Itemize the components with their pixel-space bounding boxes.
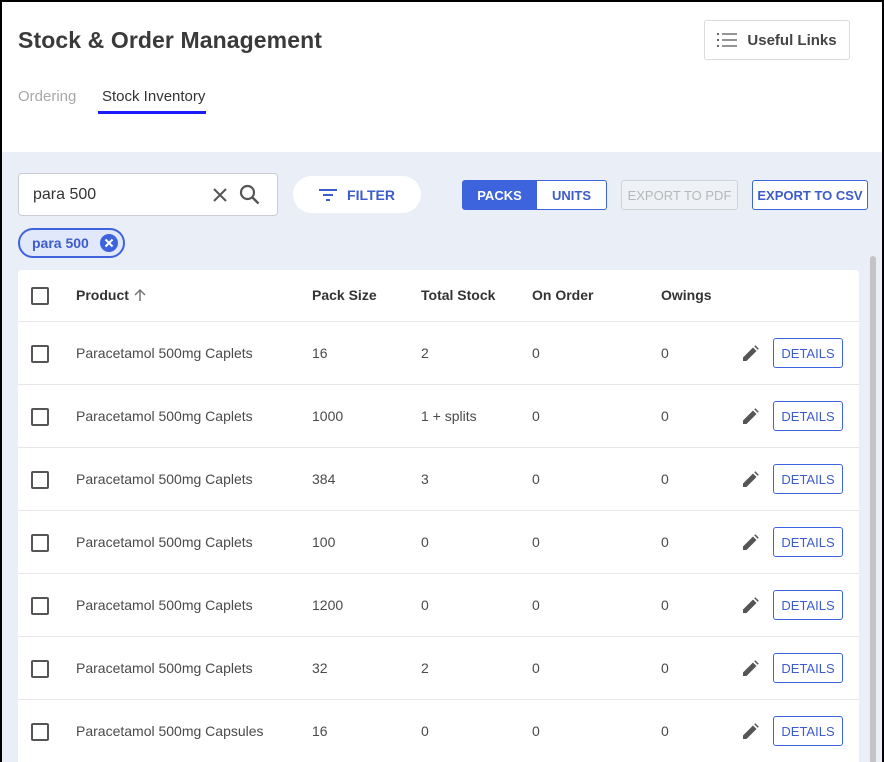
product-cell: Paracetamol 500mg Caplets xyxy=(76,471,253,487)
table-row: Paracetamol 500mg Caplets 32 2 0 0 DETAI… xyxy=(18,637,859,700)
product-cell: Paracetamol 500mg Caplets xyxy=(76,660,253,676)
total-stock-cell: 3 xyxy=(421,471,429,487)
filter-chip-label: para 500 xyxy=(32,235,89,251)
owings-cell: 0 xyxy=(661,534,669,550)
filter-label: FILTER xyxy=(347,186,395,203)
total-stock-cell: 0 xyxy=(421,534,429,550)
app-frame: Stock & Order Management Useful Links Or… xyxy=(0,0,884,762)
filter-icon xyxy=(319,188,338,201)
active-tab-indicator xyxy=(98,111,206,114)
pack-size-cell: 1000 xyxy=(312,408,344,424)
table-row: Paracetamol 500mg Caplets 384 3 0 0 DETA… xyxy=(18,448,859,511)
tab-ordering[interactable]: Ordering xyxy=(18,88,76,105)
total-stock-cell: 0 xyxy=(421,597,429,613)
search-icon[interactable] xyxy=(239,184,260,205)
export-csv-button[interactable]: EXPORT TO CSV xyxy=(752,180,868,210)
details-button[interactable]: DETAILS xyxy=(773,716,843,746)
tab-stock-inventory[interactable]: Stock Inventory xyxy=(102,88,205,105)
on-order-cell: 0 xyxy=(532,345,540,361)
details-button[interactable]: DETAILS xyxy=(773,527,843,557)
on-order-cell: 0 xyxy=(532,534,540,550)
useful-links-label: Useful Links xyxy=(747,31,837,49)
on-order-cell: 0 xyxy=(532,660,540,676)
arrow-up-icon[interactable] xyxy=(133,288,147,302)
list-icon xyxy=(717,33,738,47)
page-header: Stock & Order Management Useful Links Or… xyxy=(2,2,882,152)
column-header-on-order[interactable]: On Order xyxy=(532,287,593,303)
details-button[interactable]: DETAILS xyxy=(773,653,843,683)
pack-size-cell: 32 xyxy=(312,660,328,676)
total-stock-cell: 0 xyxy=(421,723,429,739)
details-button[interactable]: DETAILS xyxy=(773,590,843,620)
pack-size-cell: 100 xyxy=(312,534,336,550)
column-header-total-stock[interactable]: Total Stock xyxy=(421,287,495,303)
pencil-icon[interactable] xyxy=(742,723,759,740)
pencil-icon[interactable] xyxy=(742,534,759,551)
packs-units-toggle: PACKS UNITS xyxy=(462,180,607,210)
column-header-product[interactable]: Product xyxy=(76,287,129,303)
total-stock-cell: 1 + splits xyxy=(421,408,477,424)
table-row: Paracetamol 500mg Caplets 100 0 0 0 DETA… xyxy=(18,511,859,574)
table-row: Paracetamol 500mg Caplets 1000 1 + split… xyxy=(18,385,859,448)
filter-button[interactable]: FILTER xyxy=(293,176,421,213)
owings-cell: 0 xyxy=(661,471,669,487)
pencil-icon[interactable] xyxy=(742,660,759,677)
table-row: Paracetamol 500mg Caplets 16 2 0 0 DETAI… xyxy=(18,322,859,385)
on-order-cell: 0 xyxy=(532,723,540,739)
table-row: Paracetamol 500mg Caplets 1200 0 0 0 DET… xyxy=(18,574,859,637)
row-checkbox[interactable] xyxy=(31,471,49,489)
product-cell: Paracetamol 500mg Capsules xyxy=(76,723,264,739)
page-title: Stock & Order Management xyxy=(18,27,323,53)
pack-size-cell: 1200 xyxy=(312,597,344,613)
row-checkbox[interactable] xyxy=(31,534,49,552)
search-input-value[interactable]: para 500 xyxy=(33,186,96,204)
pencil-icon[interactable] xyxy=(742,597,759,614)
filter-chip: para 500 xyxy=(18,228,125,258)
units-toggle-button[interactable]: UNITS xyxy=(537,180,607,210)
useful-links-button[interactable]: Useful Links xyxy=(704,20,850,60)
stock-table: Product Pack Size Total Stock On Order O… xyxy=(18,270,859,762)
owings-cell: 0 xyxy=(661,723,669,739)
on-order-cell: 0 xyxy=(532,471,540,487)
select-all-checkbox[interactable] xyxy=(31,287,49,305)
row-checkbox[interactable] xyxy=(31,408,49,426)
row-checkbox[interactable] xyxy=(31,660,49,678)
total-stock-cell: 2 xyxy=(421,660,429,676)
close-circle-icon[interactable] xyxy=(99,233,119,253)
on-order-cell: 0 xyxy=(532,597,540,613)
pack-size-cell: 16 xyxy=(312,723,328,739)
vertical-scrollbar[interactable] xyxy=(870,256,876,762)
details-button[interactable]: DETAILS xyxy=(773,464,843,494)
search-input[interactable]: para 500 xyxy=(18,173,278,216)
pencil-icon[interactable] xyxy=(742,471,759,488)
details-button[interactable]: DETAILS xyxy=(773,401,843,431)
details-button[interactable]: DETAILS xyxy=(773,338,843,368)
product-cell: Paracetamol 500mg Caplets xyxy=(76,534,253,550)
column-header-pack-size[interactable]: Pack Size xyxy=(312,287,377,303)
on-order-cell: 0 xyxy=(532,408,540,424)
row-checkbox[interactable] xyxy=(31,345,49,363)
column-header-owings[interactable]: Owings xyxy=(661,287,712,303)
table-header-row: Product Pack Size Total Stock On Order O… xyxy=(18,270,859,322)
owings-cell: 0 xyxy=(661,660,669,676)
pencil-icon[interactable] xyxy=(742,408,759,425)
owings-cell: 0 xyxy=(661,408,669,424)
row-checkbox[interactable] xyxy=(31,597,49,615)
export-pdf-button[interactable]: EXPORT TO PDF xyxy=(621,180,738,210)
table-row: Paracetamol 500mg Capsules 16 0 0 0 DETA… xyxy=(18,700,859,762)
pencil-icon[interactable] xyxy=(742,345,759,362)
close-icon[interactable] xyxy=(212,187,228,203)
pack-size-cell: 384 xyxy=(312,471,336,487)
row-checkbox[interactable] xyxy=(31,723,49,741)
owings-cell: 0 xyxy=(661,597,669,613)
total-stock-cell: 2 xyxy=(421,345,429,361)
product-cell: Paracetamol 500mg Caplets xyxy=(76,597,253,613)
main-content: para 500 FILTER PACKS UNITS EXPORT TO PD… xyxy=(2,152,882,762)
product-cell: Paracetamol 500mg Caplets xyxy=(76,408,253,424)
packs-toggle-button[interactable]: PACKS xyxy=(462,180,537,210)
pack-size-cell: 16 xyxy=(312,345,328,361)
owings-cell: 0 xyxy=(661,345,669,361)
product-cell: Paracetamol 500mg Caplets xyxy=(76,345,253,361)
